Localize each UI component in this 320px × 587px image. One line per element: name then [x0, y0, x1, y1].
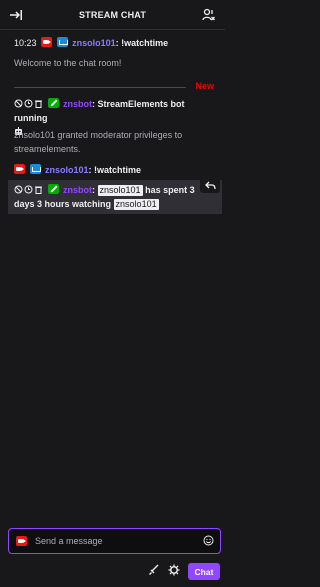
- message-text: : !watchtime: [115, 38, 169, 48]
- chat-send-button[interactable]: Chat: [188, 563, 220, 580]
- reply-button[interactable]: [200, 177, 220, 193]
- delete-icon[interactable]: [34, 99, 43, 108]
- reply-arrow-icon: [204, 181, 216, 189]
- chat-header: STREAM CHAT: [0, 0, 225, 30]
- prime-badge-icon[interactable]: [29, 164, 41, 174]
- mod-icons: [14, 185, 43, 194]
- broadcaster-badge-icon[interactable]: [41, 37, 53, 47]
- message-text: : !watchtime: [88, 165, 142, 175]
- stream-chat-panel: STREAM CHAT 10:23 znsolo101: !watchtime …: [0, 0, 225, 587]
- timeout-icon[interactable]: [24, 185, 33, 194]
- user-mention[interactable]: znsolo101: [113, 199, 159, 210]
- chat-input[interactable]: Send a message: [35, 536, 103, 546]
- community-icon[interactable]: [202, 8, 216, 22]
- user-mention[interactable]: znsolo101: [97, 185, 143, 196]
- emote-picker-icon[interactable]: [203, 535, 214, 546]
- message-username[interactable]: znsolo101: [72, 38, 116, 48]
- arrow-collapse-icon[interactable]: [9, 8, 23, 22]
- sword-mod-tools-icon[interactable]: [148, 564, 160, 576]
- broadcaster-badge-icon[interactable]: [16, 536, 27, 546]
- chat-input-box[interactable]: Send a message: [8, 528, 221, 554]
- ban-icon[interactable]: [14, 99, 23, 108]
- prime-badge-icon[interactable]: [56, 37, 68, 47]
- new-label: New: [195, 81, 214, 91]
- moderator-badge-icon[interactable]: [47, 184, 59, 194]
- message-username[interactable]: znsolo101: [45, 165, 89, 175]
- mod-icons: [14, 99, 43, 108]
- message-username[interactable]: znsbot: [63, 185, 92, 195]
- chat-title: STREAM CHAT: [78, 9, 147, 20]
- system-message: znsolo101 granted moderator privileges t…: [14, 130, 183, 154]
- message-text: has spent 3: [145, 185, 195, 195]
- moderator-badge-icon[interactable]: [47, 98, 59, 108]
- divider-line: [14, 87, 186, 88]
- delete-icon[interactable]: [34, 185, 43, 194]
- ban-icon[interactable]: [14, 185, 23, 194]
- timeout-icon[interactable]: [24, 99, 33, 108]
- gear-icon[interactable]: [168, 564, 180, 576]
- message-username[interactable]: znsbot: [63, 99, 92, 109]
- chat-message[interactable]: znsolo101: !watchtime: [14, 163, 217, 177]
- message-text-line2: days 3 hours watching: [14, 199, 112, 209]
- chat-message[interactable]: znsbot: znsolo101 has spent 3 days 3 hou…: [14, 183, 217, 211]
- new-messages-divider: New: [14, 81, 214, 93]
- message-timestamp: 10:23: [14, 38, 37, 48]
- broadcaster-badge-icon[interactable]: [14, 164, 25, 174]
- chat-message[interactable]: 10:23 znsolo101: !watchtime: [14, 36, 217, 50]
- system-message: Welcome to the chat room!: [14, 58, 122, 68]
